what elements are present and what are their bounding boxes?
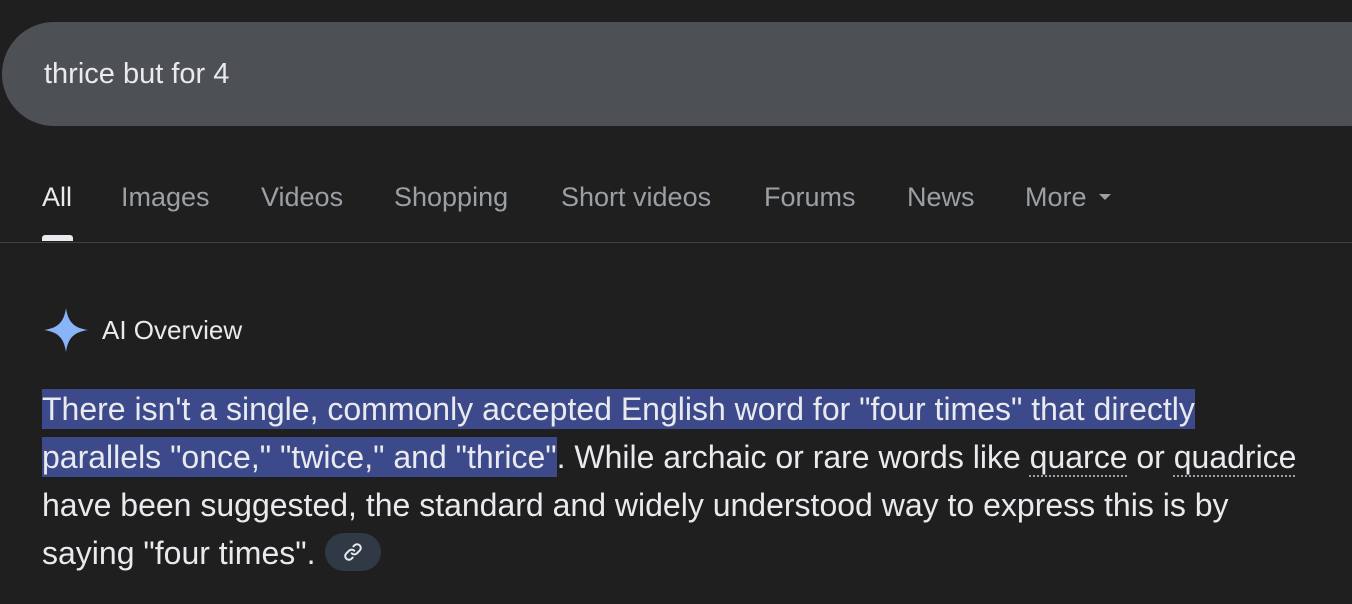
caret-down-icon [1098,193,1111,200]
term-quarce-link[interactable]: quarce [1030,439,1128,475]
ai-overview-text: There isn't a single, commonly accepted … [42,385,1312,577]
sparkle-icon [42,306,90,354]
tab-forums[interactable]: Forums [764,182,856,213]
tab-all[interactable]: All [42,182,72,213]
overview-text-segment: have been suggested, the standard and wi… [42,487,1229,571]
ai-overview-header: AI Overview [42,305,242,355]
search-tabs: All Images Videos Shopping Short videos … [0,170,1352,242]
source-link-button[interactable] [325,532,382,571]
tab-more[interactable]: More [1025,182,1111,213]
tab-news[interactable]: News [907,182,975,213]
term-quadrice-link[interactable]: quadrice [1174,439,1297,475]
tab-short-videos[interactable]: Short videos [561,182,711,213]
tab-images[interactable]: Images [121,182,210,213]
ai-overview-title: AI Overview [102,314,243,345]
tabs-divider [0,242,1352,243]
search-results-page: All Images Videos Shopping Short videos … [0,0,1352,604]
overview-text-segment: or [1127,439,1174,475]
active-tab-indicator [42,235,73,241]
overview-text-segment: . While archaic or rare words like [556,439,1030,475]
tab-shopping[interactable]: Shopping [394,182,508,213]
link-icon [344,542,363,561]
search-input[interactable] [44,22,1244,126]
tab-videos[interactable]: Videos [261,182,343,213]
search-bar[interactable] [2,22,1352,126]
tab-more-label: More [1025,182,1087,212]
